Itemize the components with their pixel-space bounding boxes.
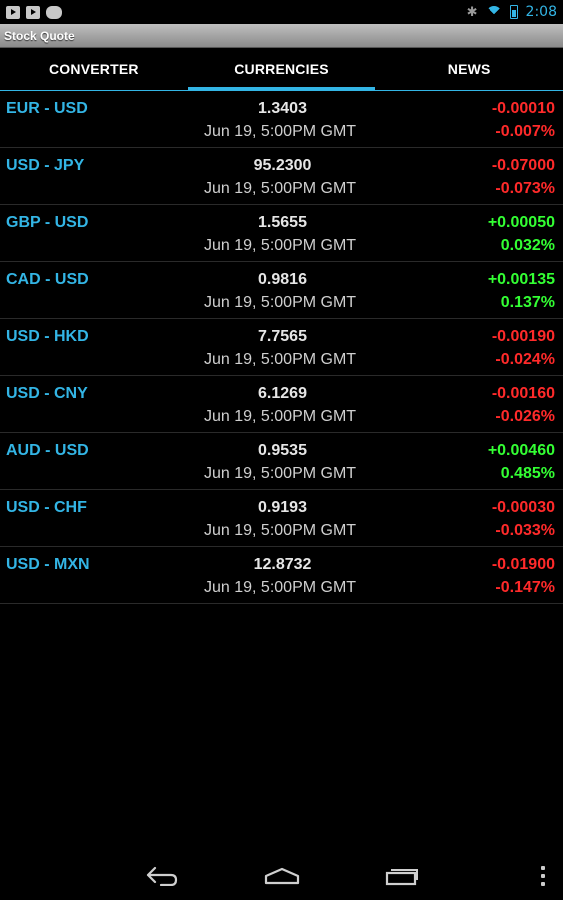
- price-value: 6.1269: [258, 385, 307, 402]
- tab-converter[interactable]: CONVERTER: [0, 48, 188, 90]
- tab-news[interactable]: NEWS: [375, 48, 563, 90]
- change-percent: -0.147%: [495, 579, 555, 596]
- quote-timestamp: Jun 19, 5:00PM GMT: [204, 180, 357, 197]
- change-percent: 0.485%: [500, 465, 555, 482]
- change-value: -0.00190: [491, 328, 555, 345]
- home-button[interactable]: [222, 852, 342, 900]
- list-item[interactable]: AUD - USD 0.9535 Jun 19, 5:00PM GMT +0.0046…: [0, 433, 563, 490]
- tab-bar: CONVERTER CURRENCIES NEWS: [0, 48, 563, 91]
- app-title: Stock Quote: [4, 28, 75, 43]
- price-wrap: 95.2300: [0, 157, 563, 175]
- quote-timestamp: Jun 19, 5:00PM GMT: [204, 294, 357, 311]
- change-value: -0.00160: [491, 385, 555, 402]
- home-icon: [264, 867, 300, 885]
- back-icon: [145, 866, 179, 886]
- change-percent: 0.032%: [500, 237, 555, 254]
- quote-timestamp: Jun 19, 5:00PM GMT: [204, 408, 357, 425]
- change-percent: -0.007%: [495, 123, 555, 140]
- recents-icon: [385, 866, 419, 886]
- list-item[interactable]: USD - MXN 12.8732 Jun 19, 5:00PM GMT -0.019…: [0, 547, 563, 604]
- change-value: +0.00050: [487, 214, 555, 231]
- change-percent: -0.033%: [495, 522, 555, 539]
- price-wrap: 0.9193: [0, 499, 563, 517]
- price-wrap: 6.1269: [0, 385, 563, 403]
- list-item[interactable]: CAD - USD 0.9816 Jun 19, 5:00PM GMT +0.0013…: [0, 262, 563, 319]
- quote-timestamp: Jun 19, 5:00PM GMT: [204, 123, 357, 140]
- status-clock: 2:08: [525, 4, 557, 20]
- price-wrap: 0.9816: [0, 271, 563, 289]
- app-title-bar: Stock Quote: [0, 24, 563, 48]
- recents-button[interactable]: [342, 852, 462, 900]
- price-value: 0.9535: [258, 442, 307, 459]
- price-value: 12.8732: [253, 556, 312, 573]
- play-store-icon: [6, 5, 20, 19]
- tab-label: NEWS: [447, 61, 491, 77]
- notification-icons: [6, 5, 62, 19]
- currency-list: EUR - USD 1.3403 Jun 19, 5:00PM GMT -0.0001…: [0, 91, 563, 604]
- quote-timestamp: Jun 19, 5:00PM GMT: [204, 351, 357, 368]
- game-controller-icon: [46, 5, 62, 19]
- back-button[interactable]: [102, 852, 222, 900]
- wifi-icon: [485, 6, 502, 18]
- change-value: -0.01900: [491, 556, 555, 573]
- list-item[interactable]: USD - CHF 0.9193 Jun 19, 5:00PM GMT -0.0003…: [0, 490, 563, 547]
- list-item[interactable]: GBP - USD 1.5655 Jun 19, 5:00PM GMT +0.0005…: [0, 205, 563, 262]
- price-value: 7.7565: [258, 328, 307, 345]
- change-value: -0.07000: [491, 157, 555, 174]
- price-wrap: 1.3403: [0, 100, 563, 118]
- change-value: -0.00010: [491, 100, 555, 117]
- battery-icon: [509, 5, 518, 19]
- change-percent: -0.026%: [495, 408, 555, 425]
- play-store-icon: [26, 5, 40, 19]
- system-icons: ✱ 2:08: [467, 0, 557, 24]
- price-value: 1.3403: [258, 100, 307, 117]
- change-value: +0.00135: [487, 271, 555, 288]
- status-bar: ✱ 2:08: [0, 0, 563, 24]
- list-item[interactable]: USD - CNY 6.1269 Jun 19, 5:00PM GMT -0.0016…: [0, 376, 563, 433]
- price-wrap: 12.8732: [0, 556, 563, 574]
- change-percent: -0.073%: [495, 180, 555, 197]
- tab-label: CONVERTER: [48, 61, 139, 77]
- tab-label: CURRENCIES: [234, 61, 329, 77]
- list-item[interactable]: USD - HKD 7.7565 Jun 19, 5:00PM GMT -0.0019…: [0, 319, 563, 376]
- list-item[interactable]: USD - JPY 95.2300 Jun 19, 5:00PM GMT -0.070…: [0, 148, 563, 205]
- change-percent: -0.024%: [495, 351, 555, 368]
- change-value: -0.00030: [491, 499, 555, 516]
- tab-currencies[interactable]: CURRENCIES: [187, 48, 376, 91]
- quote-timestamp: Jun 19, 5:00PM GMT: [204, 237, 357, 254]
- list-item[interactable]: EUR - USD 1.3403 Jun 19, 5:00PM GMT -0.0001…: [0, 91, 563, 148]
- bluetooth-icon: ✱: [466, 4, 478, 20]
- menu-icon[interactable]: [541, 866, 545, 886]
- quote-timestamp: Jun 19, 5:00PM GMT: [204, 465, 357, 482]
- price-value: 0.9816: [258, 271, 307, 288]
- price-value: 0.9193: [258, 499, 307, 516]
- navigation-bar: [0, 852, 563, 900]
- price-value: 95.2300: [253, 157, 312, 174]
- change-value: +0.00460: [487, 442, 555, 459]
- price-wrap: 0.9535: [0, 442, 563, 460]
- quote-timestamp: Jun 19, 5:00PM GMT: [204, 579, 357, 596]
- price-wrap: 7.7565: [0, 328, 563, 346]
- price-value: 1.5655: [258, 214, 307, 231]
- price-wrap: 1.5655: [0, 214, 563, 232]
- quote-timestamp: Jun 19, 5:00PM GMT: [204, 522, 357, 539]
- change-percent: 0.137%: [500, 294, 555, 311]
